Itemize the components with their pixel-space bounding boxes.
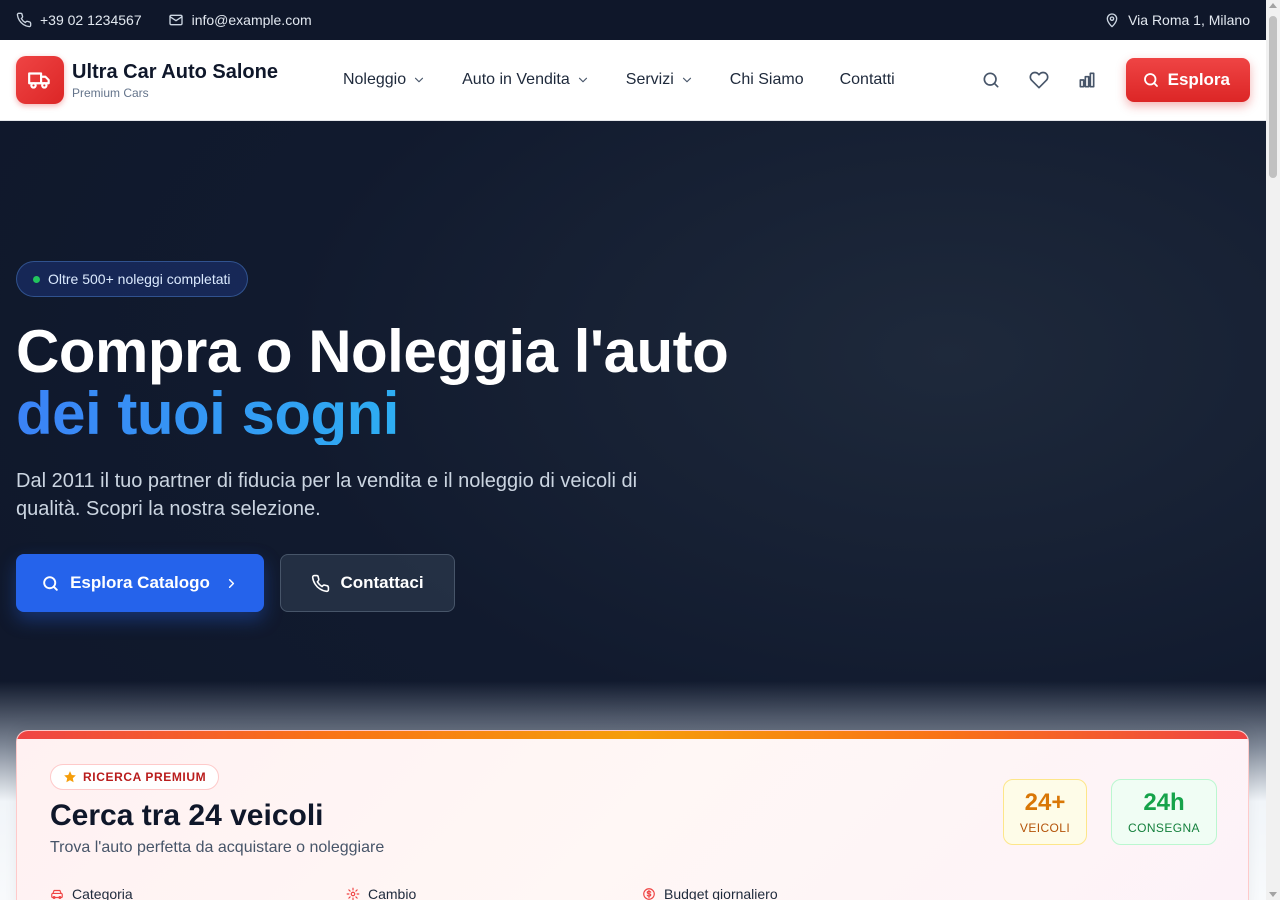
transmission-field-label: Cambio xyxy=(346,886,416,900)
explore-button[interactable]: Esplora xyxy=(1125,58,1250,102)
explore-label: Esplora xyxy=(1167,70,1230,89)
search-title: Cerca tra 24 veicoli xyxy=(50,799,324,832)
page-scrollbar[interactable] xyxy=(1266,0,1280,900)
hero-badge-text: Oltre 500+ noleggi completati xyxy=(48,271,231,287)
car-icon xyxy=(51,889,63,899)
premium-badge: RICERCA PREMIUM xyxy=(50,764,220,790)
phone-contact[interactable]: +39 02 1234567 xyxy=(16,12,142,28)
heart-icon xyxy=(1029,71,1049,89)
search-button[interactable] xyxy=(971,60,1011,100)
contact-button[interactable]: Contattaci xyxy=(280,554,455,612)
main-nav: Noleggio Auto in Vendita Servizi Chi Sia… xyxy=(343,71,931,89)
brand[interactable]: Ultra Car Auto Salone Premium Cars xyxy=(72,60,278,100)
chevron-down-icon xyxy=(682,77,691,83)
hero-title: Compra o Noleggia l'auto dei tuoi sogni xyxy=(16,318,729,445)
address-contact[interactable]: Via Roma 1, Milano xyxy=(1104,12,1250,28)
nav-label: Servizi xyxy=(625,71,674,88)
transmission-label: Cambio xyxy=(368,886,417,900)
top-info-bar: +39 02 1234567 info@example.com Via Roma… xyxy=(0,0,1266,40)
nav-item-chi-siamo[interactable]: Chi Siamo xyxy=(730,71,804,89)
budget-label: Budget giornaliero xyxy=(664,886,778,900)
nav-label: Chi Siamo xyxy=(729,71,804,88)
hero-title-line1: Compra o Noleggia l'auto xyxy=(16,318,729,385)
search-card: RICERCA PREMIUM Cerca tra 24 veicoli Tro… xyxy=(16,730,1249,900)
card-accent-stripe xyxy=(17,731,1248,739)
stat-value: 24h xyxy=(1143,789,1185,816)
phone-icon xyxy=(16,12,32,28)
main-header: Ultra Car Auto Salone Premium Cars Noleg… xyxy=(0,40,1266,121)
nav-item-auto-in-vendita[interactable]: Auto in Vendita xyxy=(462,71,590,89)
hero-description: Dal 2011 il tuo partner di fiducia per l… xyxy=(16,470,638,520)
stat-value: 24+ xyxy=(1024,789,1066,816)
stat-label: CONSEGNA xyxy=(1128,821,1200,835)
explore-catalog-label: Esplora Catalogo xyxy=(70,573,210,592)
email-address: info@example.com xyxy=(191,12,312,28)
premium-badge-text: RICERCA PREMIUM xyxy=(83,770,207,784)
chevron-down-icon xyxy=(415,77,424,83)
stat-vehicles: 24+ VEICOLI xyxy=(1003,779,1087,845)
phone-number: +39 02 1234567 xyxy=(40,12,142,28)
address-text: Via Roma 1, Milano xyxy=(1128,12,1250,28)
contact-label: Contattaci xyxy=(340,573,424,592)
hero-title-line2: dei tuoi sogni xyxy=(16,383,728,445)
scrollbar-thumb[interactable] xyxy=(1269,16,1277,178)
bar-chart-icon xyxy=(1079,72,1095,88)
stat-label: VEICOLI xyxy=(1019,821,1071,835)
chevron-right-icon xyxy=(228,578,235,588)
nav-label: Auto in Vendita xyxy=(462,71,570,88)
search-icon xyxy=(1143,73,1158,87)
status-dot xyxy=(33,275,40,283)
explore-catalog-button[interactable]: Esplora Catalogo xyxy=(16,554,264,612)
search-icon xyxy=(983,72,999,88)
star-icon xyxy=(64,771,76,783)
nav-label: Noleggio xyxy=(342,71,407,88)
phone-icon xyxy=(312,574,330,592)
scroll-up-arrow[interactable] xyxy=(1269,3,1277,8)
stat-delivery: 24h CONSEGNA xyxy=(1111,779,1217,845)
category-label: Categoria xyxy=(72,886,133,900)
truck-icon xyxy=(28,72,50,89)
hero-badge: Oltre 500+ noleggi completati xyxy=(16,261,248,297)
search-subtitle: Trova l'auto perfetta da acquistare o no… xyxy=(50,839,385,856)
gear-icon xyxy=(346,887,360,900)
mail-icon xyxy=(168,14,183,26)
header-actions: Esplora xyxy=(963,58,1250,102)
logo[interactable] xyxy=(16,56,64,104)
map-pin-icon xyxy=(1106,13,1118,28)
nav-item-noleggio[interactable]: Noleggio xyxy=(343,71,426,89)
budget-field-label: Budget giornaliero xyxy=(642,886,778,900)
nav-item-contatti[interactable]: Contatti xyxy=(840,71,895,89)
nav-label: Contatti xyxy=(839,71,895,88)
brand-tagline: Premium Cars xyxy=(72,86,149,100)
dollar-icon xyxy=(643,888,655,900)
category-field-label: Categoria xyxy=(50,886,133,900)
brand-name: Ultra Car Auto Salone xyxy=(72,61,278,83)
favorites-button[interactable] xyxy=(1019,60,1059,100)
chevron-down-icon xyxy=(578,77,587,83)
email-contact[interactable]: info@example.com xyxy=(168,12,312,28)
nav-item-servizi[interactable]: Servizi xyxy=(626,71,694,89)
search-icon xyxy=(43,575,58,591)
compare-button[interactable] xyxy=(1067,60,1107,100)
scroll-down-arrow[interactable] xyxy=(1269,892,1277,897)
